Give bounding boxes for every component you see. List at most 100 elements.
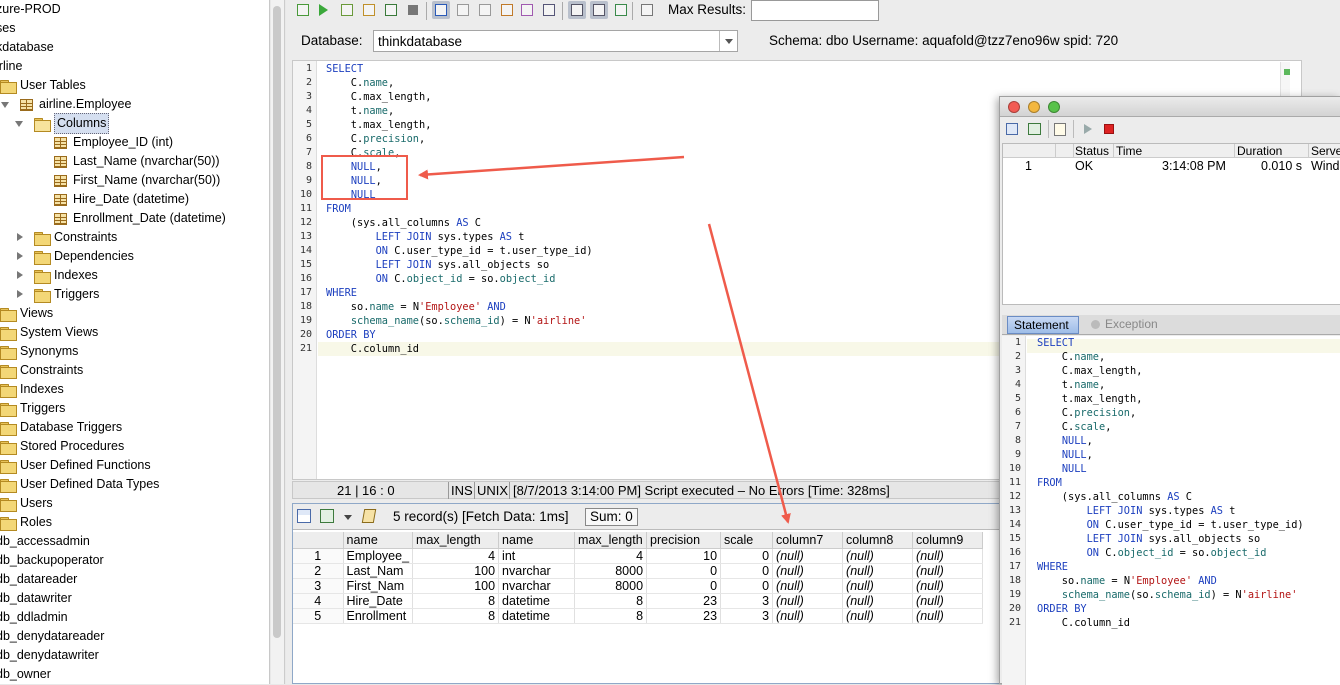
table-cell[interactable]: (null) bbox=[772, 548, 844, 564]
table-cell[interactable]: (null) bbox=[912, 548, 984, 564]
tree-node[interactable]: Users bbox=[0, 494, 53, 513]
code-line[interactable]: LEFT JOIN sys.types AS t bbox=[326, 230, 525, 244]
column-header[interactable]: scale bbox=[720, 532, 774, 549]
commit-icon[interactable] bbox=[432, 1, 450, 19]
tree-node[interactable]: Roles bbox=[0, 513, 52, 532]
minimize-window-icon[interactable] bbox=[1028, 101, 1040, 113]
run-current-icon[interactable] bbox=[338, 1, 356, 19]
table-row[interactable]: 1 Employee_ 4 int 4 10 0 (null) (null) (null) bbox=[293, 548, 984, 564]
table-cell[interactable]: 23 bbox=[646, 593, 722, 609]
table-cell[interactable]: First_Nam bbox=[343, 578, 414, 594]
tools-icon[interactable] bbox=[540, 1, 558, 19]
dropdown-chevron-icon[interactable] bbox=[344, 515, 352, 520]
table-cell[interactable]: 8000 bbox=[574, 578, 648, 594]
history-icon[interactable] bbox=[612, 1, 630, 19]
code-line[interactable]: (sys.all_columns AS C bbox=[1037, 490, 1192, 504]
chevron-down-icon[interactable] bbox=[0, 95, 12, 114]
table-row[interactable]: 4 Hire_Date 8 datetime 8 23 3 (null) (null) (null… bbox=[293, 593, 984, 609]
code-line[interactable]: ON C.object_id = so.object_id bbox=[1037, 546, 1267, 560]
export-grid-icon[interactable] bbox=[320, 509, 334, 523]
code-line[interactable]: LEFT JOIN sys.all_objects so bbox=[1037, 532, 1261, 546]
stop-icon[interactable] bbox=[1104, 124, 1114, 134]
table-cell[interactable]: datetime bbox=[498, 593, 576, 609]
tree-node[interactable]: Constraints bbox=[14, 228, 117, 247]
tab-statement[interactable]: Statement bbox=[1007, 316, 1079, 334]
code-line[interactable]: WHERE bbox=[1037, 560, 1068, 574]
table-cell[interactable]: 0 bbox=[720, 563, 774, 579]
table-cell[interactable]: (null) bbox=[912, 593, 984, 609]
tree-node[interactable]: irline bbox=[0, 57, 22, 76]
table-cell[interactable]: 10 bbox=[646, 548, 722, 564]
history-table[interactable]: Status Time Duration Serve 1 OK 3:14:08 … bbox=[1002, 143, 1340, 305]
code-line[interactable]: C.scale, bbox=[326, 146, 401, 160]
column-header[interactable]: max_length bbox=[574, 532, 648, 549]
save-icon[interactable] bbox=[1006, 123, 1018, 135]
grid-view-icon[interactable] bbox=[568, 1, 586, 19]
code-line[interactable]: C.precision, bbox=[1037, 406, 1136, 420]
table-cell[interactable]: 3 bbox=[720, 593, 774, 609]
settings-icon[interactable] bbox=[638, 1, 656, 19]
table-cell[interactable]: Hire_Date bbox=[343, 593, 414, 609]
code-line[interactable]: schema_name(so.schema_id) = N'airline' bbox=[326, 314, 587, 328]
code-line[interactable]: C.max_length, bbox=[1037, 364, 1143, 378]
code-line[interactable]: ON C.user_type_id = t.user_type_id) bbox=[1037, 518, 1304, 532]
code-line[interactable]: ORDER BY bbox=[1037, 602, 1087, 616]
tree-node[interactable]: db_ddladmin bbox=[0, 608, 68, 627]
table-cell[interactable]: 100 bbox=[412, 563, 500, 579]
table-cell[interactable]: (null) bbox=[912, 608, 984, 624]
code-line[interactable]: FROM bbox=[326, 202, 351, 216]
tree-node[interactable]: System Views bbox=[0, 323, 98, 342]
column-header[interactable] bbox=[293, 532, 344, 549]
code-line[interactable]: C.scale, bbox=[1037, 420, 1112, 434]
tree-scrollbar-thumb[interactable] bbox=[273, 6, 281, 638]
code-line[interactable]: SELECT bbox=[1037, 336, 1074, 350]
table-cell[interactable]: (null) bbox=[772, 593, 844, 609]
chevron-right-icon[interactable] bbox=[14, 285, 26, 304]
tree-node[interactable]: Last_Name (nvarchar(50)) bbox=[54, 152, 220, 171]
chevron-down-icon[interactable] bbox=[719, 31, 737, 51]
table-cell[interactable]: 23 bbox=[646, 608, 722, 624]
tree-node[interactable]: Database Triggers bbox=[0, 418, 122, 437]
tree-node[interactable]: zure-PROD bbox=[0, 0, 61, 19]
history-row[interactable]: 1 OK 3:14:08 PM 0.010 s Windo bbox=[1003, 159, 1340, 174]
table-cell[interactable]: 8 bbox=[574, 593, 648, 609]
table-cell[interactable]: Enrollment bbox=[343, 608, 414, 624]
table-cell[interactable]: 0 bbox=[720, 578, 774, 594]
chevron-right-icon[interactable] bbox=[14, 228, 26, 247]
run-all-icon[interactable] bbox=[294, 1, 312, 19]
table-cell[interactable]: nvarchar bbox=[498, 578, 576, 594]
code-line[interactable]: NULL, bbox=[1037, 434, 1093, 448]
code-line[interactable]: ORDER BY bbox=[326, 328, 376, 342]
tree-node[interactable]: Triggers bbox=[0, 399, 65, 418]
code-line[interactable]: C.name, bbox=[1037, 350, 1105, 364]
tab-exception[interactable]: Exception bbox=[1090, 316, 1158, 334]
table-cell[interactable]: 8000 bbox=[574, 563, 648, 579]
script-icon[interactable] bbox=[361, 509, 377, 523]
code-line[interactable]: C.precision, bbox=[326, 132, 425, 146]
statement-viewer[interactable]: 1 2 3 4 5 6 7 8 9 10 11 12 13 14 15 16 17 18 19 20 21 SELECT… bbox=[1002, 336, 1340, 685]
code-line[interactable]: t.max_length, bbox=[326, 118, 432, 132]
tree-node[interactable]: Constraints bbox=[0, 361, 83, 380]
code-line[interactable]: NULL bbox=[326, 188, 376, 202]
tree-node[interactable]: db_backupoperator bbox=[0, 551, 104, 570]
tree-node[interactable]: db_denydatawriter bbox=[0, 646, 99, 665]
database-select[interactable]: thinkdatabase bbox=[373, 30, 738, 52]
text-view-icon[interactable] bbox=[590, 1, 608, 19]
tree-node[interactable]: airline.Employee bbox=[0, 95, 131, 114]
table-cell[interactable]: (null) bbox=[772, 563, 844, 579]
run-icon[interactable] bbox=[316, 1, 334, 19]
table-cell[interactable]: 8 bbox=[412, 608, 500, 624]
table-cell[interactable]: nvarchar bbox=[498, 563, 576, 579]
code-line[interactable]: C.max_length, bbox=[326, 90, 432, 104]
tree-node[interactable]: User Defined Functions bbox=[0, 456, 151, 475]
table-cell[interactable]: 3 bbox=[720, 608, 774, 624]
tree-node[interactable]: Enrollment_Date (datetime) bbox=[54, 209, 226, 228]
code-line[interactable]: t.name, bbox=[326, 104, 394, 118]
table-cell[interactable]: Last_Nam bbox=[343, 563, 414, 579]
table-cell[interactable]: 4 bbox=[412, 548, 500, 564]
table-cell[interactable]: (null) bbox=[912, 578, 984, 594]
column-header[interactable]: name bbox=[498, 532, 576, 549]
code-line[interactable]: ON C.object_id = so.object_id bbox=[326, 272, 556, 286]
code-line[interactable]: SELECT bbox=[326, 62, 363, 76]
table-cell[interactable]: (null) bbox=[772, 608, 844, 624]
